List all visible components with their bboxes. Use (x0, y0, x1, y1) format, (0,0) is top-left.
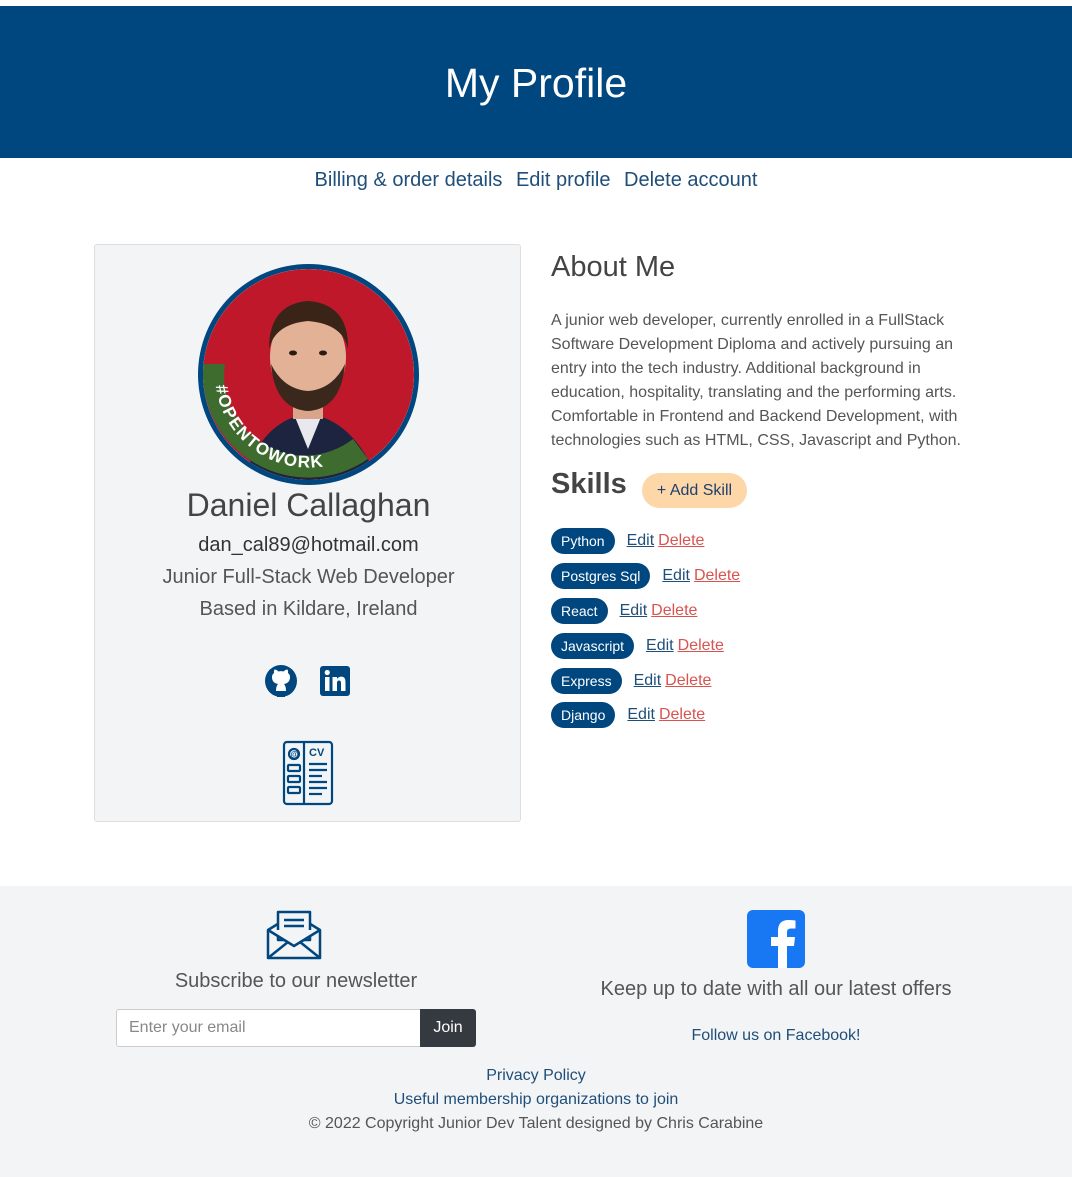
github-icon[interactable] (265, 665, 297, 697)
profile-name: Daniel Callaghan (186, 487, 431, 523)
linkedin-icon[interactable] (320, 666, 350, 696)
newsletter-email-input[interactable] (116, 1009, 421, 1047)
footer: Subscribe to our newsletter Join Keep up… (0, 886, 1072, 1177)
delete-account-link[interactable]: Delete account (624, 169, 757, 191)
edit-skill-link[interactable]: Edit (627, 532, 655, 550)
facebook-title: Keep up to date with all our latest offe… (600, 978, 952, 1000)
join-button[interactable]: Join (420, 1009, 476, 1047)
skill-pill: Express (551, 668, 622, 694)
edit-skill-link[interactable]: Edit (662, 567, 690, 585)
page-header: My Profile (0, 6, 1072, 158)
facebook-link[interactable]: Follow us on Facebook! (576, 1027, 976, 1045)
svg-text:@: @ (291, 750, 299, 759)
profile-card: #OPENTOWORK Daniel Callaghan dan_cal89@h… (94, 244, 521, 822)
skill-pill: Postgres Sql (551, 563, 651, 589)
skill-pill: Django (551, 702, 616, 728)
skill-row: Express Edit Delete (551, 668, 711, 694)
delete-skill-link[interactable]: Delete (659, 706, 705, 724)
add-skill-button[interactable]: + Add Skill (642, 473, 747, 508)
page-title: My Profile (444, 60, 628, 106)
edit-skill-link[interactable]: Edit (646, 637, 674, 655)
skill-pill: Python (551, 528, 615, 554)
membership-orgs-link[interactable]: Useful membership organizations to join (0, 1091, 1072, 1109)
facebook-icon[interactable] (747, 910, 805, 968)
skill-row: Javascript Edit Delete (551, 633, 724, 659)
delete-skill-link[interactable]: Delete (665, 672, 711, 690)
delete-skill-link[interactable]: Delete (658, 532, 704, 550)
newsletter-title: Subscribe to our newsletter (174, 970, 418, 992)
about-text: A junior web developer, currently enroll… (551, 312, 961, 449)
skill-row: React Edit Delete (551, 598, 697, 624)
edit-skill-link[interactable]: Edit (620, 602, 648, 620)
avatar: #OPENTOWORK (198, 264, 419, 485)
skills-title: Skills (551, 468, 627, 500)
envelope-icon (266, 910, 322, 960)
skill-row: Django Edit Delete (551, 702, 705, 728)
profile-email: dan_cal89@hotmail.com (198, 534, 419, 556)
privacy-policy-link[interactable]: Privacy Policy (0, 1067, 1072, 1085)
copyright-text: © 2022 Copyright Junior Dev Talent desig… (308, 1115, 764, 1132)
delete-skill-link[interactable]: Delete (651, 602, 697, 620)
edit-skill-link[interactable]: Edit (627, 706, 655, 724)
delete-skill-link[interactable]: Delete (694, 567, 740, 585)
svg-text:CV: CV (309, 747, 325, 759)
edit-skill-link[interactable]: Edit (634, 672, 662, 690)
avatar-photo: #OPENTOWORK (203, 269, 414, 480)
profile-location: Based in Kildare, Ireland (199, 598, 418, 620)
profile-role: Junior Full-Stack Web Developer (162, 566, 455, 588)
profile-subnav: Billing & order details Edit profile Del… (0, 169, 1072, 192)
about-title: About Me (551, 251, 676, 283)
cv-icon[interactable]: @ CV (282, 740, 334, 806)
billing-link[interactable]: Billing & order details (315, 169, 503, 191)
skill-pill: Javascript (551, 633, 635, 659)
skill-pill: React (551, 598, 608, 624)
skill-row: Postgres Sql Edit Delete (551, 563, 740, 589)
edit-profile-link[interactable]: Edit profile (516, 169, 611, 191)
skill-row: Python Edit Delete (551, 528, 704, 554)
delete-skill-link[interactable]: Delete (678, 637, 724, 655)
